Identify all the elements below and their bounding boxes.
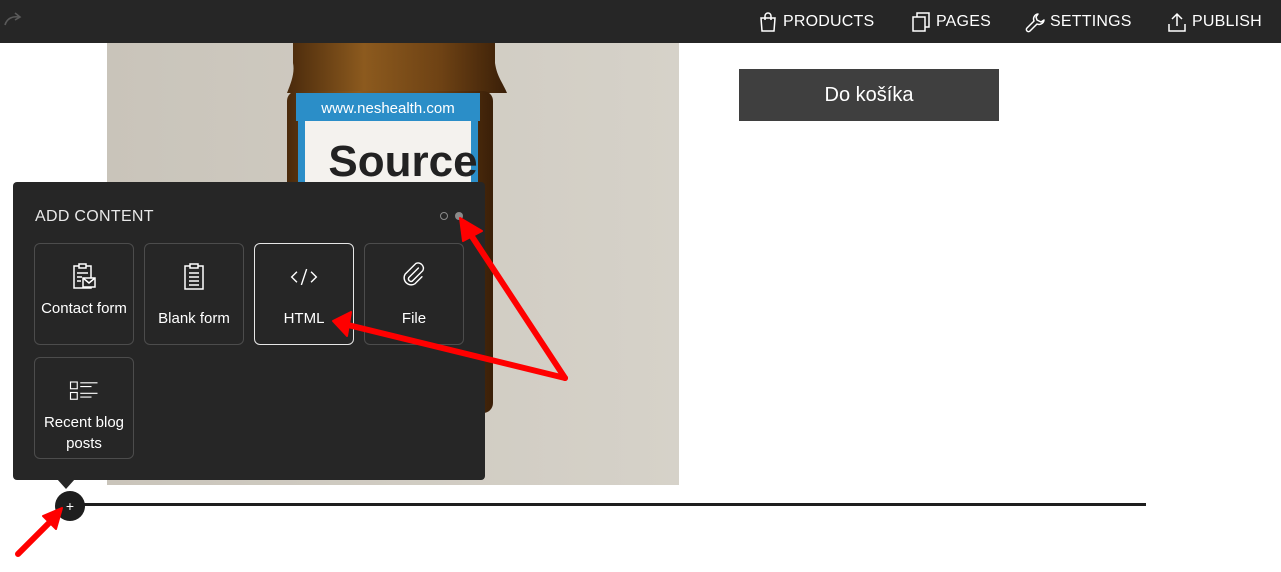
nav-publish-label: PUBLISH	[1192, 12, 1262, 30]
panel-title: ADD CONTENT	[35, 208, 154, 225]
nav-products-label: PRODUCTS	[783, 12, 875, 30]
nav-pages-label: PAGES	[936, 12, 991, 30]
nav-pages[interactable]: PAGES	[910, 0, 991, 43]
pages-icon	[912, 11, 930, 32]
nav-settings-label: SETTINGS	[1050, 12, 1132, 30]
page-dot-1[interactable]	[440, 212, 448, 220]
page-dot-2-active[interactable]	[455, 212, 463, 220]
tile-blank-form[interactable]: Blank form	[144, 243, 244, 345]
nav-publish[interactable]: PUBLISH	[1166, 0, 1262, 43]
tile-html[interactable]: HTML	[254, 243, 354, 345]
panel-pointer	[57, 479, 75, 489]
redo-arrow-icon[interactable]	[2, 8, 24, 30]
top-toolbar: PRODUCTS PAGES SETTINGS PUBLISH	[0, 0, 1281, 43]
blog-list-icon	[69, 381, 98, 400]
nav-products[interactable]: PRODUCTS	[757, 0, 874, 43]
wrench-icon	[1025, 12, 1045, 32]
tile-html-label: HTML	[283, 310, 325, 327]
section-divider	[70, 503, 1146, 506]
shopping-bag-icon	[760, 11, 776, 32]
blank-form-icon	[184, 263, 204, 290]
paperclip-icon	[403, 262, 425, 286]
add-to-cart-button[interactable]: Do košíka	[739, 69, 999, 121]
tile-recent-blog-posts-label: Recent blog posts	[43, 414, 125, 452]
tile-file[interactable]: File	[364, 243, 464, 345]
code-icon	[290, 268, 318, 286]
tile-recent-blog-posts[interactable]: Recent blog posts	[34, 357, 134, 459]
tile-blank-form-label: Blank form	[158, 310, 230, 327]
tile-contact-form-label: Contact form	[41, 300, 127, 317]
add-section-button[interactable]: +	[55, 491, 85, 521]
arrow-to-add-button	[15, 517, 55, 557]
contact-form-icon	[73, 263, 96, 289]
tile-contact-form[interactable]: Contact form	[34, 243, 134, 345]
upload-icon	[1168, 12, 1186, 32]
nav-settings[interactable]: SETTINGS	[1024, 0, 1132, 43]
tile-file-label: File	[401, 310, 427, 327]
label-url-text: www.neshealth.com	[320, 100, 454, 117]
label-brand-text: Source	[328, 137, 477, 186]
add-content-panel: ADD CONTENT Contact form Blank form HTML…	[13, 182, 485, 480]
